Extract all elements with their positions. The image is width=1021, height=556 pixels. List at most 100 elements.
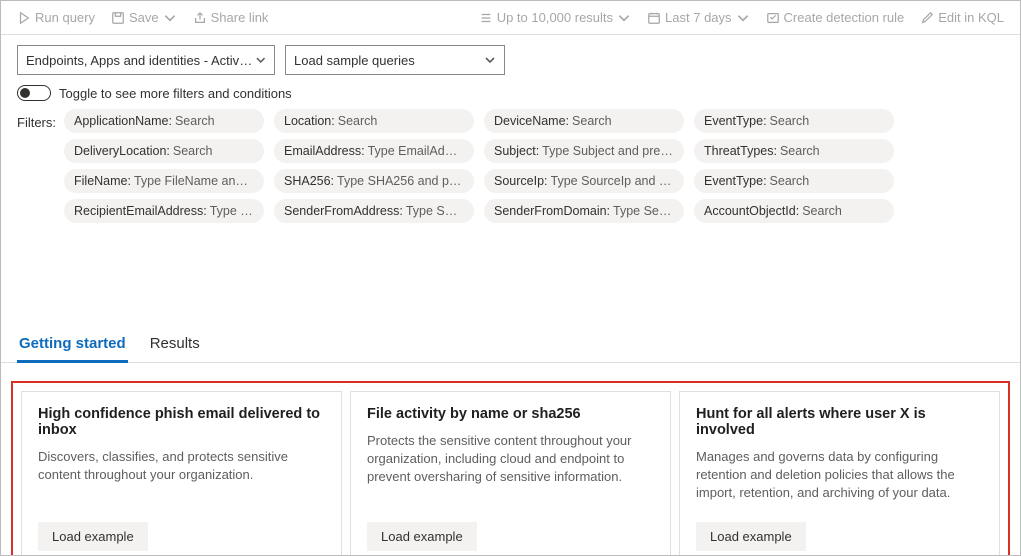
play-icon: [17, 11, 31, 25]
card-title: Hunt for all alerts where user X is invo…: [696, 406, 983, 438]
card-description: Manages and governs data by configuring …: [696, 448, 983, 503]
load-example-button[interactable]: Load example: [696, 522, 806, 551]
time-range-button[interactable]: Last 7 days: [639, 4, 758, 32]
filters-toggle[interactable]: [17, 85, 51, 101]
filter-value: Type EmailAddres…: [368, 144, 464, 158]
card-title: High confidence phish email delivered to…: [38, 406, 325, 438]
save-label: Save: [129, 10, 159, 25]
filter-key: EventType:: [704, 174, 767, 188]
edit-icon: [920, 11, 934, 25]
save-button[interactable]: Save: [103, 4, 185, 32]
filter-chip[interactable]: DeviceName: Search: [484, 109, 684, 133]
results-limit-button[interactable]: Up to 10,000 results: [471, 4, 639, 32]
filters-section: Filters: ApplicationName: SearchLocation…: [1, 109, 1020, 231]
filter-value: Search: [572, 114, 612, 128]
load-example-button[interactable]: Load example: [367, 522, 477, 551]
filter-key: EmailAddress:: [284, 144, 365, 158]
filter-chip[interactable]: RecipientEmailAddress: Type Rec…: [64, 199, 264, 223]
create-detection-label: Create detection rule: [784, 10, 905, 25]
filter-key: Location:: [284, 114, 335, 128]
filters-toggle-label: Toggle to see more filters and condition…: [59, 86, 292, 101]
tab-label: Results: [150, 335, 200, 352]
chevron-down-icon: [255, 54, 266, 66]
chevron-down-icon: [484, 54, 496, 66]
filter-chip[interactable]: Location: Search: [274, 109, 474, 133]
filter-value: Search: [802, 204, 842, 218]
filter-chip[interactable]: FileName: Type FileName and pr…: [64, 169, 264, 193]
filter-key: FileName:: [74, 174, 131, 188]
filter-chip[interactable]: EmailAddress: Type EmailAddres…: [274, 139, 474, 163]
filter-value: Type Rec…: [210, 204, 254, 218]
filter-chip[interactable]: SenderFromAddress: Type Send…: [274, 199, 474, 223]
sample-queries-selector[interactable]: Load sample queries: [285, 45, 505, 75]
filter-chip[interactable]: EventType: Search: [694, 169, 894, 193]
filter-value: Type SHA256 and pres…: [337, 174, 464, 188]
filter-chip[interactable]: EventType: Search: [694, 109, 894, 133]
share-icon: [193, 11, 207, 25]
filter-value: Type Subject and press …: [542, 144, 674, 158]
filter-value: Type Sende…: [613, 204, 674, 218]
filter-value: Search: [770, 174, 810, 188]
filter-key: AccountObjectId:: [704, 204, 799, 218]
command-bar: Run query Save Share link Up to 10,000 r…: [1, 1, 1020, 35]
tab-getting-started[interactable]: Getting started: [17, 327, 128, 362]
save-icon: [111, 11, 125, 25]
run-query-button[interactable]: Run query: [9, 4, 103, 32]
card-description: Discovers, classifies, and protects sens…: [38, 448, 325, 484]
create-detection-button[interactable]: Create detection rule: [758, 4, 913, 32]
filter-value: Search: [173, 144, 213, 158]
filter-value: Type SourceIp and pre…: [551, 174, 674, 188]
filter-chip[interactable]: SourceIp: Type SourceIp and pre…: [484, 169, 684, 193]
tab-results[interactable]: Results: [148, 327, 202, 362]
filter-key: ThreatTypes:: [704, 144, 777, 158]
filter-chip[interactable]: SenderFromDomain: Type Sende…: [484, 199, 684, 223]
filter-value: Type Send…: [406, 204, 464, 218]
time-range-label: Last 7 days: [665, 10, 732, 25]
selectors-row: Endpoints, Apps and identities - Activit…: [1, 35, 1020, 81]
filter-chip[interactable]: ApplicationName: Search: [64, 109, 264, 133]
list-icon: [479, 11, 493, 25]
filters-label: Filters:: [17, 109, 56, 130]
chevron-down-icon: [736, 11, 750, 25]
card-description: Protects the sensitive content throughou…: [367, 432, 654, 487]
filter-key: DeliveryLocation:: [74, 144, 170, 158]
filter-key: ApplicationName:: [74, 114, 172, 128]
filter-value: Search: [175, 114, 215, 128]
run-query-label: Run query: [35, 10, 95, 25]
share-link-label: Share link: [211, 10, 269, 25]
filter-key: SenderFromDomain:: [494, 204, 610, 218]
filter-chip[interactable]: DeliveryLocation: Search: [64, 139, 264, 163]
filter-value: Search: [770, 114, 810, 128]
results-limit-label: Up to 10,000 results: [497, 10, 613, 25]
example-card: File activity by name or sha256 Protects …: [350, 391, 671, 556]
filter-key: RecipientEmailAddress:: [74, 204, 207, 218]
filter-chip[interactable]: Subject: Type Subject and press …: [484, 139, 684, 163]
filter-value: Search: [780, 144, 820, 158]
filter-value: Type FileName and pr…: [134, 174, 254, 188]
filter-key: DeviceName:: [494, 114, 569, 128]
edit-kql-button[interactable]: Edit in KQL: [912, 4, 1012, 32]
scope-selector-value: Endpoints, Apps and identities - Activit…: [26, 53, 255, 68]
scope-selector[interactable]: Endpoints, Apps and identities - Activit…: [17, 45, 275, 75]
calendar-icon: [647, 11, 661, 25]
filter-value: Search: [338, 114, 378, 128]
filters-grid: ApplicationName: SearchLocation: SearchD…: [64, 109, 894, 223]
chevron-down-icon: [617, 11, 631, 25]
filter-key: SHA256:: [284, 174, 334, 188]
share-link-button[interactable]: Share link: [185, 4, 277, 32]
load-example-button[interactable]: Load example: [38, 522, 148, 551]
edit-kql-label: Edit in KQL: [938, 10, 1004, 25]
filter-key: EventType:: [704, 114, 767, 128]
page-frame: Run query Save Share link Up to 10,000 r…: [0, 0, 1021, 556]
sample-queries-value: Load sample queries: [294, 53, 415, 68]
card-title: File activity by name or sha256: [367, 406, 654, 422]
filter-key: Subject:: [494, 144, 539, 158]
tabs: Getting started Results: [1, 327, 1020, 363]
filter-key: SenderFromAddress:: [284, 204, 403, 218]
filter-chip[interactable]: ThreatTypes: Search: [694, 139, 894, 163]
filter-key: SourceIp:: [494, 174, 548, 188]
filter-chip[interactable]: SHA256: Type SHA256 and pres…: [274, 169, 474, 193]
example-card: High confidence phish email delivered to…: [21, 391, 342, 556]
example-cards-highlight: High confidence phish email delivered to…: [11, 381, 1010, 556]
filter-chip[interactable]: AccountObjectId: Search: [694, 199, 894, 223]
